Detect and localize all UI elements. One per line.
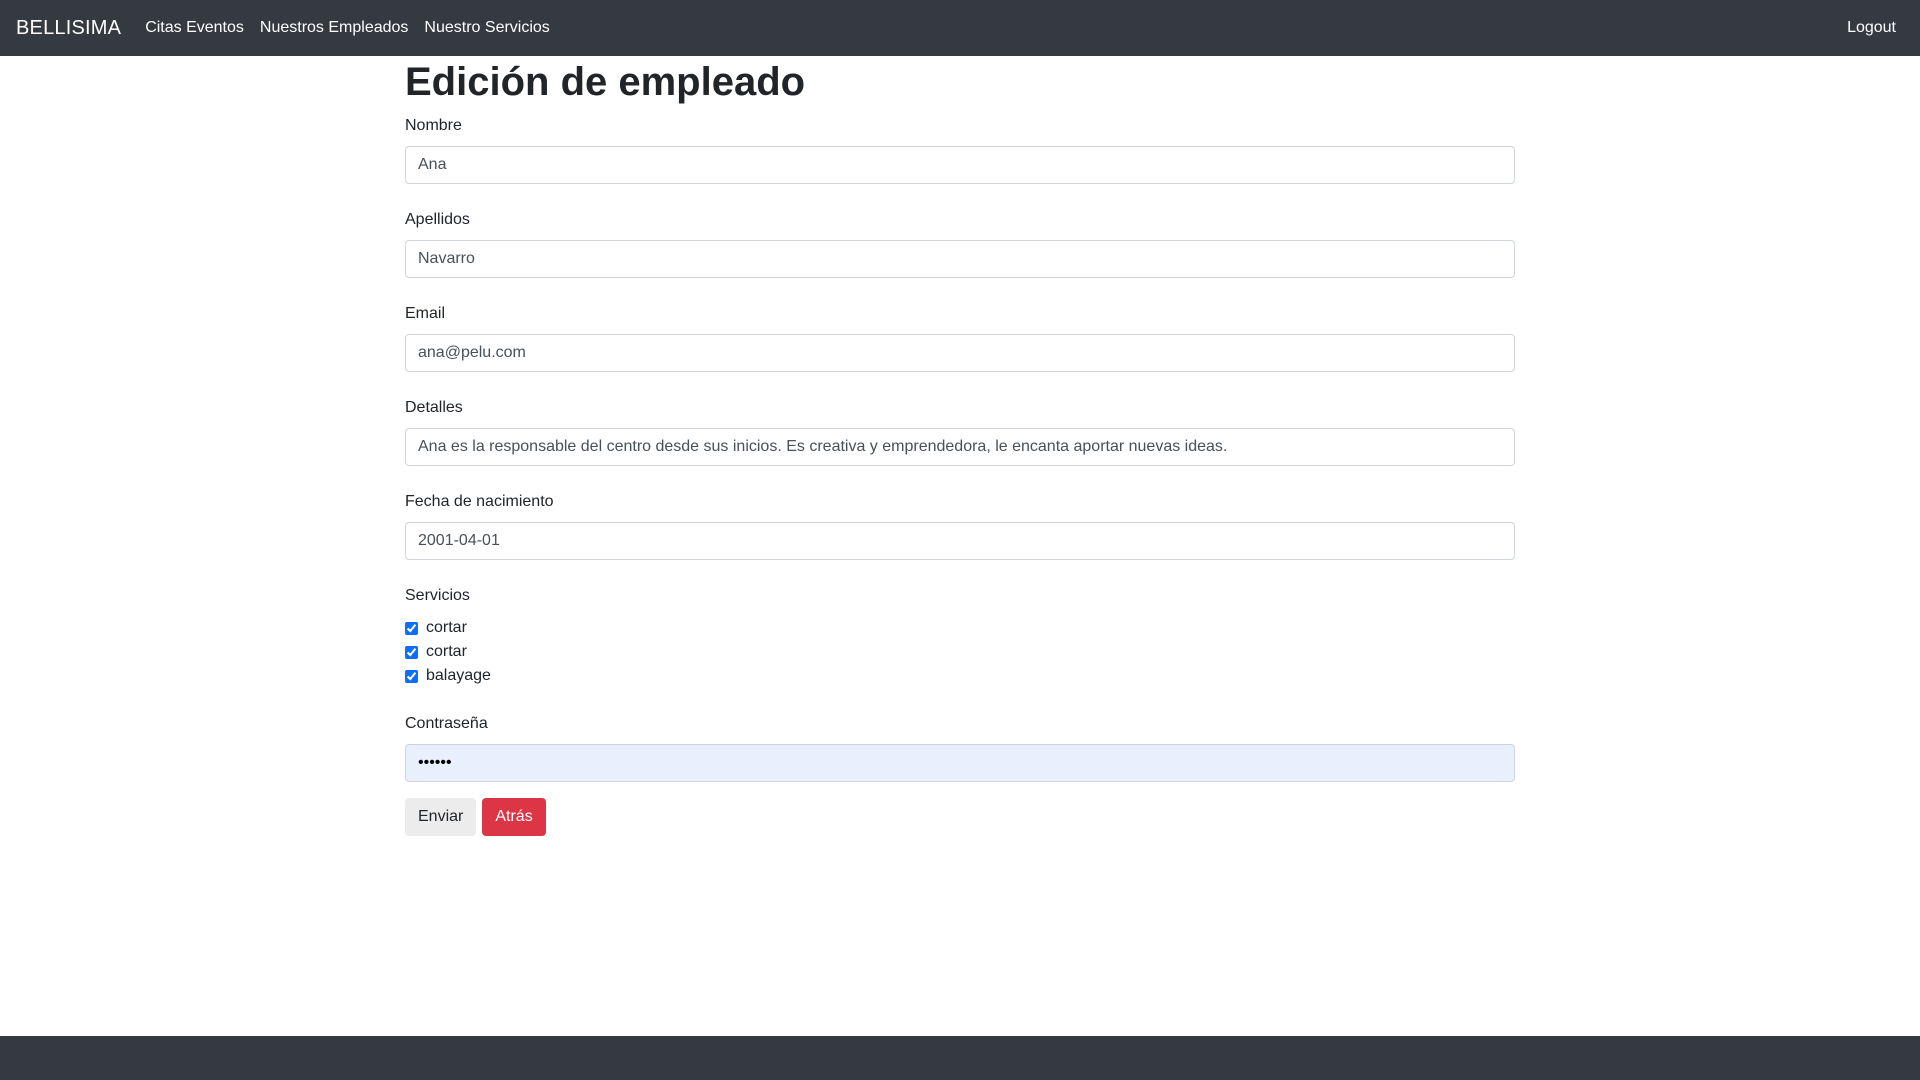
email-label: Email <box>405 305 446 322</box>
detalles-group: Detalles <box>405 396 1515 466</box>
servicio-label: cortar <box>426 643 467 660</box>
servicios-checkbox-list: cortar cortar balayage <box>405 616 1515 688</box>
detalles-input[interactable] <box>405 428 1515 466</box>
servicio-label: cortar <box>426 619 467 636</box>
atras-button[interactable]: Atrás <box>482 798 546 836</box>
form-buttons: Enviar Atrás <box>405 798 1515 836</box>
logout-link[interactable]: Logout <box>1847 19 1896 37</box>
nav-link-nuestro-servicios[interactable]: Nuestro Servicios <box>424 19 549 37</box>
apellidos-label: Apellidos <box>405 211 470 228</box>
nav-link-citas-eventos[interactable]: Citas Eventos <box>145 19 244 37</box>
servicio-item: cortar <box>405 640 1515 664</box>
password-label: Contraseña <box>405 715 488 732</box>
email-group: Email <box>405 302 1515 372</box>
page-title: Edición de empleado <box>405 60 806 104</box>
fecha-nacimiento-label: Fecha de nacimiento <box>405 493 554 510</box>
nav-link-nuestros-empleados[interactable]: Nuestros Empleados <box>260 19 409 37</box>
servicio-label: balayage <box>426 667 491 684</box>
password-input[interactable] <box>405 744 1515 782</box>
brand-logo[interactable]: BELLISIMA <box>16 17 121 40</box>
servicio-checkbox-cortar-1[interactable] <box>405 621 418 635</box>
nav-links: Citas Eventos Nuestros Empleados Nuestro… <box>145 19 566 37</box>
servicios-group: Servicios cortar cortar balayage <box>405 584 1515 688</box>
servicios-label: Servicios <box>405 587 470 604</box>
nombre-group: Nombre <box>405 114 1515 184</box>
servicio-checkbox-balayage[interactable] <box>405 669 418 683</box>
apellidos-input[interactable] <box>405 240 1515 278</box>
password-group: Contraseña <box>405 712 1515 782</box>
servicio-item: balayage <box>405 664 1515 688</box>
nombre-label: Nombre <box>405 117 462 134</box>
main-content: Edición de empleado Nombre Apellidos Ema… <box>405 56 1515 836</box>
nombre-input[interactable] <box>405 146 1515 184</box>
fecha-group: Fecha de nacimiento <box>405 490 1515 560</box>
apellidos-group: Apellidos <box>405 208 1515 278</box>
enviar-button[interactable]: Enviar <box>405 798 477 836</box>
email-input[interactable] <box>405 334 1515 372</box>
fecha-nacimiento-input[interactable] <box>405 522 1515 560</box>
footer-bar <box>0 1036 1920 1080</box>
servicio-item: cortar <box>405 616 1515 640</box>
servicio-checkbox-cortar-2[interactable] <box>405 645 418 659</box>
detalles-label: Detalles <box>405 399 463 416</box>
top-navbar: BELLISIMA Citas Eventos Nuestros Emplead… <box>0 0 1920 56</box>
